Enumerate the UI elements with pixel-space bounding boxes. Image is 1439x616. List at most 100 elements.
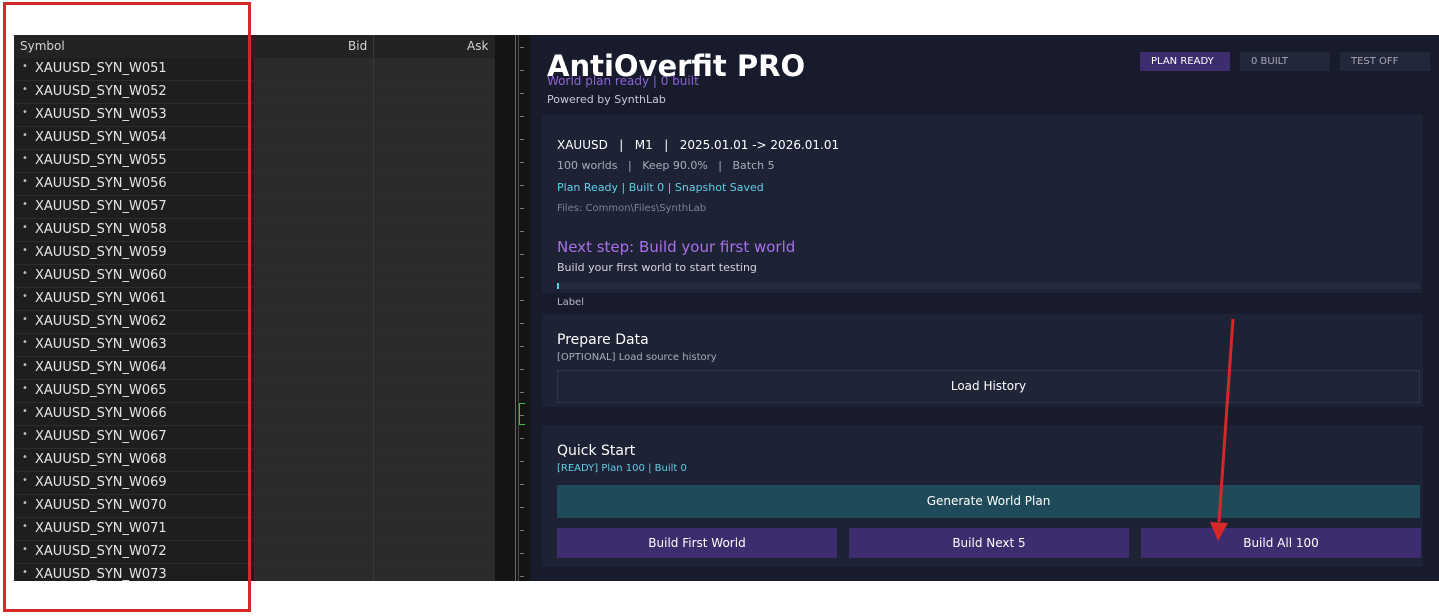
price-cells	[254, 357, 495, 379]
price-tick	[520, 392, 524, 393]
chart-marker	[519, 403, 525, 425]
prepare-data-title: Prepare Data	[557, 332, 649, 348]
chart-border	[515, 35, 516, 581]
column-divider	[373, 541, 374, 563]
quick-start-card: Quick Start [READY] Plan 100 | Built 0 G…	[542, 425, 1423, 567]
column-divider	[373, 518, 374, 540]
chart-area[interactable]	[495, 35, 530, 581]
summary-card: XAUUSD | M1 | 2025.01.01 -> 2026.01.01 1…	[542, 115, 1423, 293]
quick-start-subtitle: [READY] Plan 100 | Built 0	[557, 463, 687, 474]
price-tick	[520, 70, 524, 71]
column-header-ask[interactable]: Ask	[467, 39, 488, 53]
column-divider	[373, 380, 374, 402]
price-cells	[254, 196, 495, 218]
price-cells	[254, 518, 495, 540]
price-cells	[254, 81, 495, 103]
price-cells	[254, 242, 495, 264]
column-header-bid[interactable]: Bid	[348, 39, 367, 53]
price-tick	[520, 162, 524, 163]
column-divider	[373, 196, 374, 218]
price-cells	[254, 173, 495, 195]
price-tick	[520, 254, 524, 255]
column-divider	[373, 288, 374, 310]
column-divider	[373, 150, 374, 172]
price-tick	[520, 461, 524, 462]
column-divider	[373, 449, 374, 471]
column-divider	[373, 472, 374, 494]
build-next-5-button[interactable]: Build Next 5	[849, 528, 1129, 558]
price-cells	[254, 564, 495, 581]
price-tick	[520, 116, 524, 117]
price-cells	[254, 380, 495, 402]
summary-worlds-line: 100 worlds | Keep 90.0% | Batch 5	[557, 159, 775, 172]
price-cells	[254, 58, 495, 80]
next-step-heading: Next step: Build your first world	[557, 238, 796, 256]
summary-symbol-line: XAUUSD | M1 | 2025.01.01 -> 2026.01.01	[557, 138, 840, 152]
progress-bar-fill	[557, 283, 559, 289]
price-cells	[254, 426, 495, 448]
price-tick	[520, 208, 524, 209]
next-step-subtitle: Build your first world to start testing	[557, 261, 757, 274]
price-cells	[254, 334, 495, 356]
column-divider	[373, 127, 374, 149]
antioverfit-panel: AntiOverfit PRO World plan ready | 0 bui…	[530, 35, 1439, 581]
summary-status-line: Plan Ready | Built 0 | Snapshot Saved	[557, 181, 764, 194]
price-cells	[254, 541, 495, 563]
price-cells	[254, 288, 495, 310]
column-divider	[373, 564, 374, 581]
column-divider	[373, 104, 374, 126]
summary-files-line: Files: Common\Files\SynthLab	[557, 203, 707, 214]
build-first-world-button[interactable]: Build First World	[557, 528, 837, 558]
test-status-badge: TEST OFF	[1340, 52, 1430, 71]
column-divider	[373, 495, 374, 517]
label-text: Label	[557, 297, 584, 308]
column-divider	[373, 35, 374, 58]
price-tick	[520, 139, 524, 140]
prepare-data-subtitle: [OPTIONAL] Load source history	[557, 352, 717, 363]
column-divider	[373, 265, 374, 287]
price-tick	[520, 185, 524, 186]
price-cells	[254, 265, 495, 287]
price-cells	[254, 219, 495, 241]
price-tick	[520, 576, 524, 577]
column-divider	[373, 334, 374, 356]
load-history-button[interactable]: Load History	[557, 370, 1420, 403]
column-divider	[373, 173, 374, 195]
price-cells	[254, 403, 495, 425]
price-tick	[520, 300, 524, 301]
price-cells	[254, 150, 495, 172]
column-divider	[373, 81, 374, 103]
price-tick	[520, 47, 524, 48]
price-scale-line	[518, 35, 519, 581]
quick-start-title: Quick Start	[557, 443, 636, 459]
price-tick	[520, 484, 524, 485]
highlight-rectangle	[3, 2, 251, 612]
price-cells	[254, 104, 495, 126]
price-cells	[254, 495, 495, 517]
price-tick	[520, 231, 524, 232]
price-tick	[520, 277, 524, 278]
price-tick	[520, 346, 524, 347]
column-divider	[373, 219, 374, 241]
column-divider	[373, 357, 374, 379]
build-all-100-button[interactable]: Build All 100	[1141, 528, 1421, 558]
prepare-data-card: Prepare Data [OPTIONAL] Load source hist…	[542, 314, 1423, 407]
column-divider	[373, 242, 374, 264]
price-cells	[254, 472, 495, 494]
plan-ready-badge: PLAN READY	[1140, 52, 1230, 71]
price-cells	[254, 449, 495, 471]
column-divider	[373, 426, 374, 448]
price-tick	[520, 369, 524, 370]
column-divider	[373, 311, 374, 333]
column-divider	[373, 403, 374, 425]
price-tick	[520, 323, 524, 324]
price-tick	[520, 553, 524, 554]
generate-world-plan-button[interactable]: Generate World Plan	[557, 485, 1420, 518]
price-tick	[520, 93, 524, 94]
price-tick	[520, 438, 524, 439]
price-tick	[520, 507, 524, 508]
price-cells	[254, 127, 495, 149]
price-tick	[520, 530, 524, 531]
progress-bar	[557, 283, 1420, 289]
column-divider	[373, 58, 374, 80]
